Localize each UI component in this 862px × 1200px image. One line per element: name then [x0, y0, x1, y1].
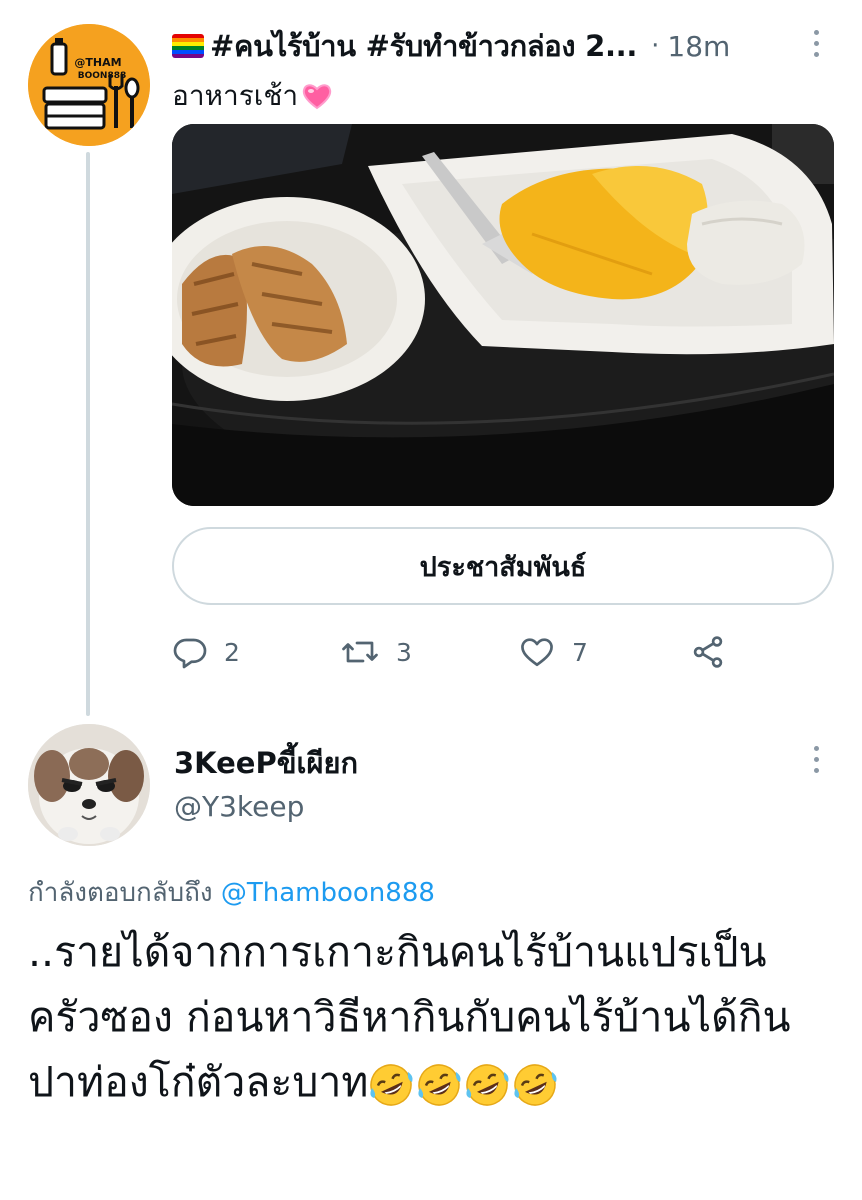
thamboon-logo: @THAM BOON888	[28, 24, 150, 146]
promoted-button[interactable]: ประชาสัมพันธ์	[172, 527, 834, 605]
tweet-text-content: อาหารเช้า	[172, 79, 299, 112]
replying-to-label: กำลังตอบกลับถึง	[28, 878, 213, 908]
reply-icon	[173, 638, 207, 669]
breakfast-photo	[172, 124, 834, 506]
laughing-emojis	[368, 1062, 558, 1108]
like-count: 7	[572, 637, 588, 667]
tweet-actions: 2 3 7	[172, 628, 834, 676]
tweet-text: อาหารเช้า	[172, 74, 332, 118]
share-action[interactable]	[690, 628, 726, 676]
logo-text-1: @THAM	[74, 56, 121, 69]
rolling-laughing-emoji	[418, 1064, 461, 1106]
dog-avatar-image	[28, 724, 150, 846]
retweet-action[interactable]: 3	[340, 628, 412, 676]
rolling-laughing-emoji	[514, 1064, 557, 1106]
reply-count: 2	[224, 637, 240, 667]
like-action[interactable]: 7	[518, 628, 588, 676]
more-options-icon[interactable]	[814, 30, 822, 57]
retweet-icon	[342, 641, 378, 663]
reply-author-name[interactable]: 3KeePขี้เผียก	[174, 740, 358, 786]
retweet-count: 3	[396, 637, 412, 667]
rainbow-flag-icon	[172, 34, 204, 58]
like-icon	[521, 638, 553, 667]
reply-author-avatar[interactable]	[28, 724, 150, 846]
rolling-laughing-emoji	[370, 1064, 413, 1106]
reply-action[interactable]: 2	[172, 628, 240, 676]
tweet-photo[interactable]	[172, 124, 834, 506]
rolling-laughing-emoji	[466, 1064, 509, 1106]
pink-heart-emoji	[302, 84, 332, 110]
share-icon	[693, 636, 723, 668]
reply-author-handle[interactable]: @Y3keep	[174, 790, 304, 823]
tweet-timestamp[interactable]: 18m	[667, 30, 730, 63]
time-separator: ·	[651, 31, 660, 61]
replying-to-mention[interactable]: @Thamboon888	[221, 878, 435, 908]
tweet-author-avatar[interactable]: @THAM BOON888	[28, 24, 150, 146]
logo-text-2: BOON888	[78, 71, 126, 81]
thread-connector-line	[86, 152, 90, 716]
reply-text: ..รายได้จากการเกาะกินคนไร้บ้านแปรเป็นครั…	[28, 920, 828, 1115]
reply-more-options-icon[interactable]	[814, 746, 822, 773]
tweet-header: #คนไร้บ้าน #รับทำข้าวกล่อง 2... · 18m	[172, 24, 834, 68]
replying-to: กำลังตอบกลับถึง @Thamboon888	[28, 872, 435, 913]
tweet-author-name[interactable]: #คนไร้บ้าน #รับทำข้าวกล่อง 2...	[210, 23, 637, 69]
